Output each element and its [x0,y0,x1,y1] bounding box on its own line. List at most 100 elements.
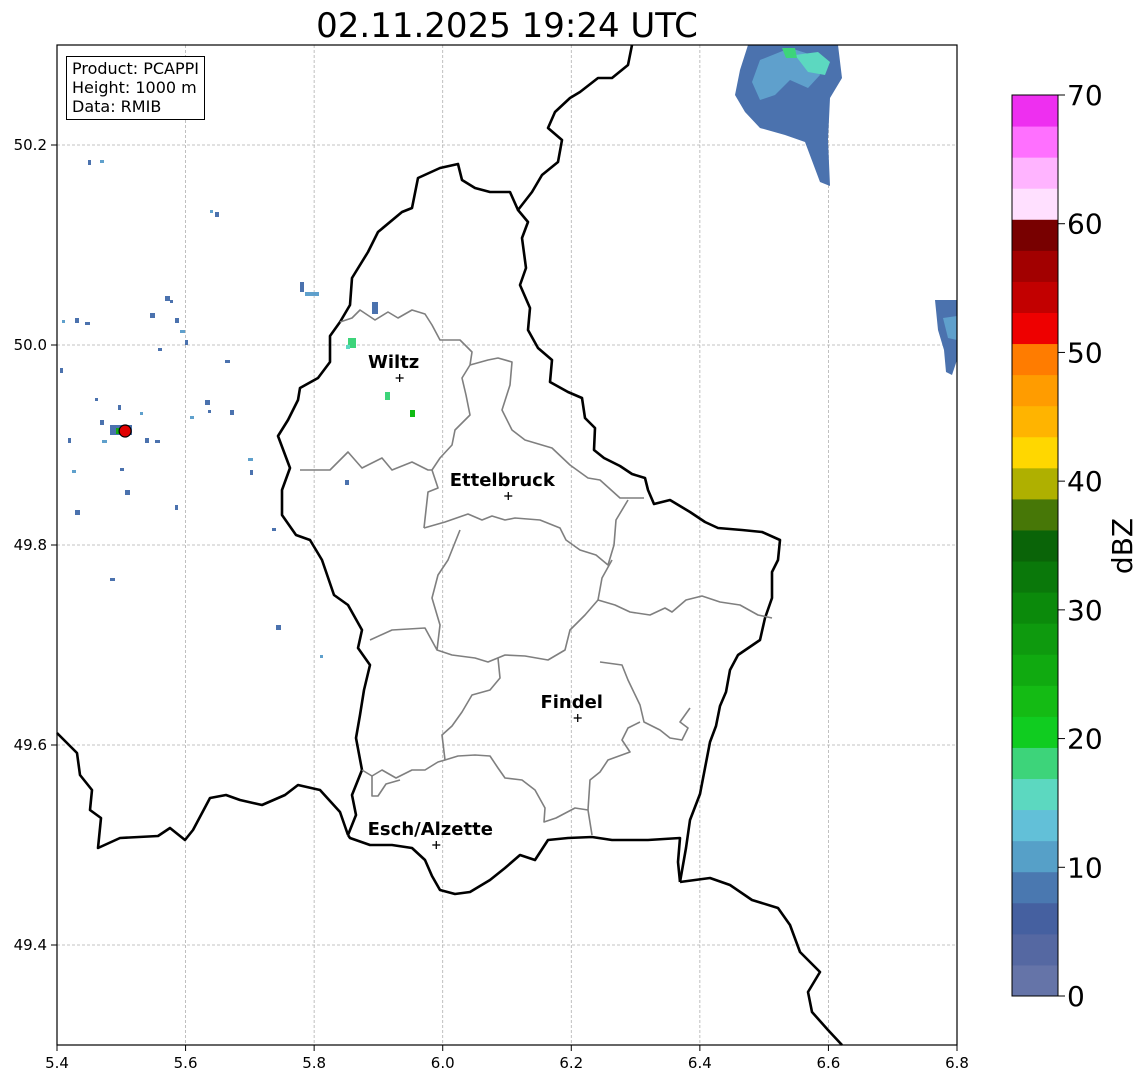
echo-speck [75,510,80,515]
height-label: Height: 1000 m [72,78,197,97]
colorbar-tick-label: 30 [1067,594,1103,627]
x-axis-ticks: 5.4 5.6 5.8 6.0 6.2 6.4 6.6 6.8 [45,1045,969,1072]
y-tick-label: 49.8 [14,536,47,554]
echo-speck [100,420,104,425]
echo-speck [85,322,90,325]
colorbar-segment [1012,529,1058,562]
colorbar-segment [1012,685,1058,717]
colorbar-segment [1012,561,1058,593]
colorbar-segment [1012,871,1058,904]
echo-speck [102,440,107,443]
echo-speck [145,438,149,443]
echo-speck [68,438,71,443]
echo-speck [320,655,323,658]
colorbar-segment [1012,964,1058,997]
x-tick-label: 5.8 [302,1054,326,1072]
data-source-label: Data: RMIB [72,97,162,116]
echo-speck [208,410,211,413]
echo-speck [230,410,234,415]
echo-speck [170,300,173,303]
echo-speck [250,470,253,475]
echo-speck [185,340,188,345]
echo-speck [155,440,160,443]
echo-speck [158,348,162,351]
city-label: Esch/Alzette [368,819,493,840]
colorbar-segment [1012,716,1058,748]
radar-site-marker [118,424,132,438]
city-label: Ettelbruck [450,470,556,491]
colorbar-segment [1012,405,1058,438]
y-tick-label: 49.4 [14,936,47,954]
y-tick-label: 50.2 [14,136,47,154]
echo-speck [210,210,213,213]
echo-speck [60,368,63,373]
colorbar-segment [1012,219,1058,251]
echo-speck [88,160,91,165]
colorbar-segment [1012,436,1058,469]
echo-speck [95,398,98,401]
colorbar-segment [1012,188,1058,220]
product-info-box: Product: PCAPPI Height: 1000 m Data: RMI… [66,56,206,120]
colorbar-segment [1012,343,1058,376]
x-tick-label: 6.4 [688,1054,712,1072]
colorbar-tick-label: 60 [1067,208,1103,241]
colorbar-tick-label: 50 [1067,336,1103,369]
colorbar-segment [1012,933,1058,966]
colorbar-tick-label: 20 [1067,723,1103,756]
echo-speck [110,578,115,581]
echo-speck [100,160,104,163]
colorbar-segment [1012,902,1058,935]
colorbar-segment [1012,374,1058,407]
echo-speck [75,318,79,323]
colorbar-segment [1012,312,1058,345]
echo-speck [345,480,349,485]
echo-speck [165,296,170,301]
colorbar-segment [1012,592,1058,624]
echo-speck [225,360,230,363]
echo-speck [272,528,276,531]
x-tick-label: 6.0 [431,1054,455,1072]
echo-speck [276,625,281,630]
y-axis-ticks: 50.2 50.0 49.8 49.6 49.4 [14,136,57,954]
y-tick-label: 50.0 [14,336,47,354]
colorbar-segment [1012,281,1058,313]
echo-speck [175,318,179,323]
colorbar-tick-label: 40 [1067,465,1103,498]
colorbar-segment [1012,467,1058,500]
colorbar-segment [1012,654,1058,686]
product-label: Product: PCAPPI [72,59,200,78]
x-tick-label: 6.2 [559,1054,583,1072]
colorbar-segment [1012,157,1058,189]
x-tick-label: 5.4 [45,1054,69,1072]
colorbar-tick-label: 0 [1067,980,1085,1013]
echo-speck [215,212,219,217]
colorbar-segment [1012,840,1058,873]
echo-speck [190,416,194,419]
y-tick-label: 49.6 [14,736,47,754]
echo-speck [118,405,121,410]
x-tick-label: 6.6 [816,1054,840,1072]
colorbar: 0 10 20 30 40 50 60 70 dBZ [1011,79,1139,1013]
echo-speck [62,320,65,323]
colorbar-segment [1012,809,1058,842]
colorbar-label: dBZ [1106,518,1139,574]
echo-speck [140,412,143,415]
city-label: Findel [540,692,603,713]
echo-speck [72,470,76,473]
echo-speck [205,400,210,405]
echo-speck [125,490,130,495]
echo-speck [175,505,178,510]
colorbar-segment [1012,747,1058,780]
colorbar-tick-label: 10 [1067,851,1103,884]
echo-speck [120,468,124,471]
colorbar-segment [1012,778,1058,811]
colorbar-segment [1012,623,1058,655]
radar-map: Wiltz Ettelbruck Findel Esch/Alzette 5.4 5.6… [14,44,1139,1072]
colorbar-segment [1012,126,1058,158]
echo-speck [180,330,185,333]
colorbar-tick-label: 70 [1067,79,1103,112]
x-tick-label: 5.6 [174,1054,198,1072]
x-tick-label: 6.8 [945,1054,969,1072]
colorbar-segment [1012,498,1058,531]
echo-speck [150,313,155,318]
